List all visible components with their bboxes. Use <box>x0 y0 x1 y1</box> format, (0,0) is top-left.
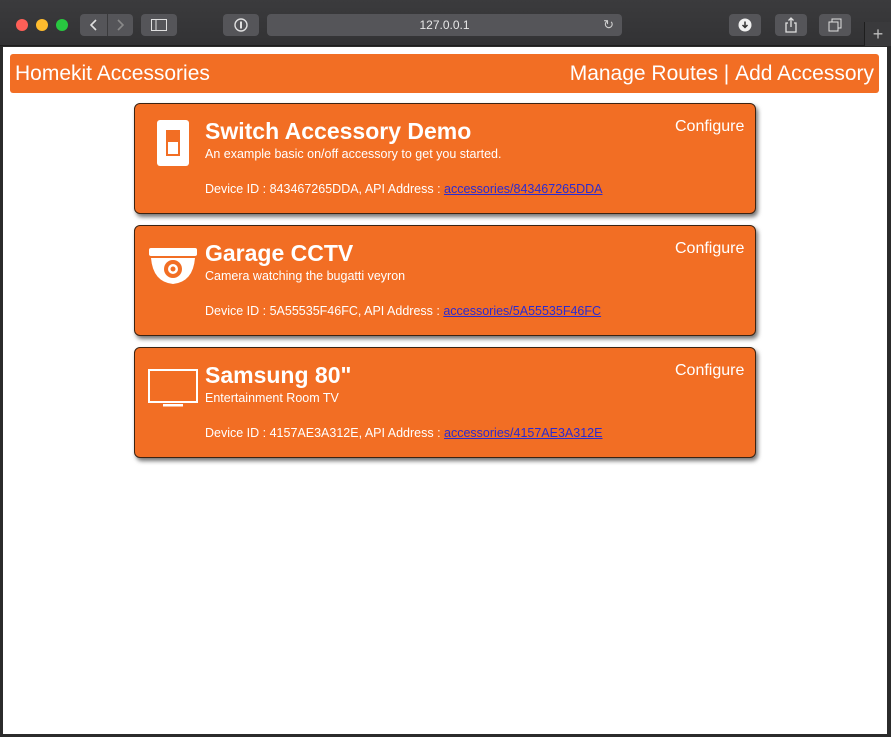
back-button[interactable] <box>81 14 107 36</box>
page-title: Homekit Accessories <box>15 61 210 85</box>
new-tab-button[interactable]: + <box>864 22 891 46</box>
accessory-card: Switch Accessory Demo An example basic o… <box>134 103 756 214</box>
sidebar-button[interactable] <box>141 14 177 36</box>
header-nav: Manage Routes | Add Accessory <box>570 62 874 86</box>
sidebar-icon <box>151 19 167 31</box>
api-address-link[interactable]: accessories/843467265DDA <box>444 182 602 196</box>
configure-link[interactable]: Configure <box>675 362 744 380</box>
device-id-text: Device ID : 5A55535F46FC, API Address : <box>205 304 444 318</box>
page-viewport: Homekit Accessories Manage Routes | Add … <box>3 47 887 734</box>
close-window-button[interactable] <box>16 19 28 31</box>
header-bar: Homekit Accessories Manage Routes | Add … <box>10 54 879 93</box>
downloads-button[interactable] <box>729 14 761 36</box>
share-icon <box>785 17 797 33</box>
chevron-left-icon <box>89 19 97 31</box>
minimize-window-button[interactable] <box>36 19 48 31</box>
api-address-link[interactable]: accessories/5A55535F46FC <box>443 304 601 318</box>
accessory-description: Entertainment Room TV <box>205 391 339 405</box>
history-nav <box>80 14 133 36</box>
forward-button[interactable] <box>106 14 133 36</box>
device-id-text: Device ID : 843467265DDA, API Address : <box>205 182 445 196</box>
add-accessory-link[interactable]: Add Accessory <box>735 62 874 86</box>
security-camera-icon <box>149 248 197 284</box>
browser-toolbar: 127.0.0.1 ↻ + <box>0 0 891 46</box>
show-tabs-button[interactable] <box>819 14 851 36</box>
zoom-window-button[interactable] <box>56 19 68 31</box>
device-info: Device ID : 4157AE3A312E, API Address : … <box>205 426 602 440</box>
accessory-card: Garage CCTV Camera watching the bugatti … <box>134 225 756 336</box>
accessory-description: Camera watching the bugatti veyron <box>205 269 406 283</box>
accessory-description: An example basic on/off accessory to get… <box>205 147 502 161</box>
accessory-card: Samsung 80" Entertainment Room TV Config… <box>134 347 756 458</box>
device-id-text: Device ID : 4157AE3A312E, API Address : <box>205 426 445 440</box>
download-icon <box>738 18 752 32</box>
device-info: Device ID : 843467265DDA, API Address : … <box>205 182 602 196</box>
share-button[interactable] <box>775 14 807 36</box>
configure-link[interactable]: Configure <box>675 240 744 258</box>
switch-icon <box>157 120 189 166</box>
accessory-name: Switch Accessory Demo <box>205 118 472 144</box>
reload-icon[interactable]: ↻ <box>603 17 614 33</box>
tabs-icon <box>828 18 842 32</box>
tv-icon <box>148 369 198 407</box>
accessory-name: Samsung 80" <box>205 362 352 388</box>
manage-routes-link[interactable]: Manage Routes <box>570 62 718 86</box>
device-info: Device ID : 5A55535F46FC, API Address : … <box>205 304 601 318</box>
url-text: 127.0.0.1 <box>419 18 470 32</box>
chevron-right-icon <box>117 19 124 31</box>
password-button[interactable] <box>223 14 259 36</box>
accessory-name: Garage CCTV <box>205 240 354 266</box>
configure-link[interactable]: Configure <box>675 118 744 136</box>
address-bar[interactable]: 127.0.0.1 ↻ <box>267 14 622 36</box>
nav-separator: | <box>717 61 736 85</box>
info-icon <box>234 18 248 32</box>
api-address-link[interactable]: accessories/4157AE3A312E <box>444 426 602 440</box>
